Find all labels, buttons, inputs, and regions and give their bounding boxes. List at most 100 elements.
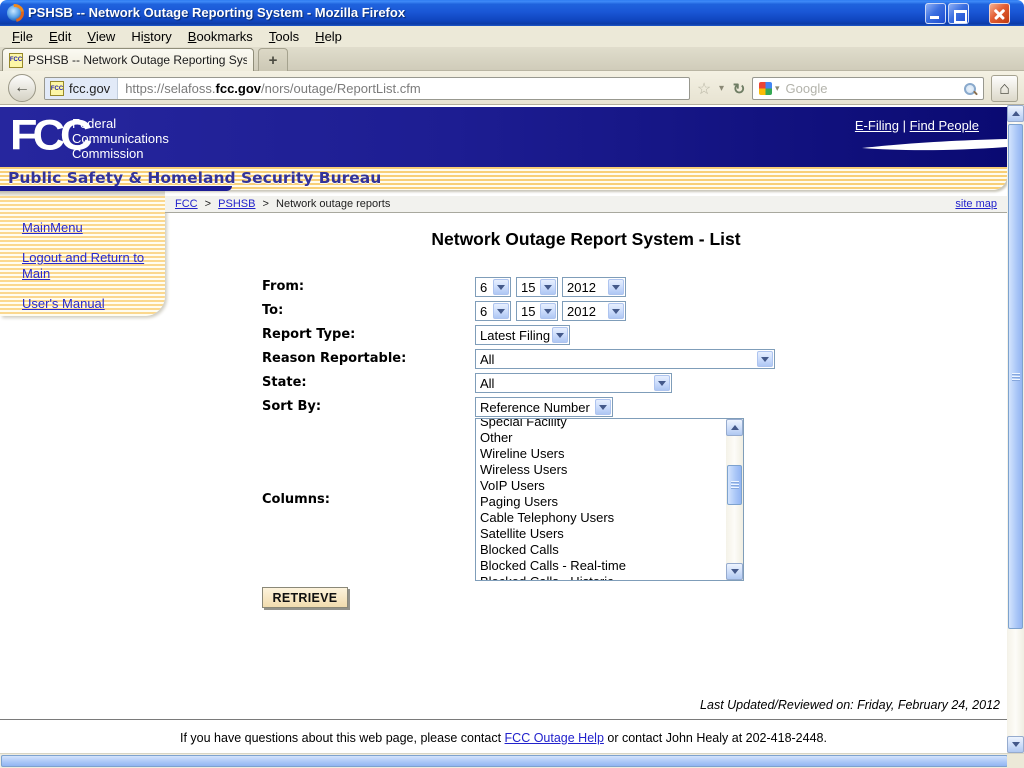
breadcrumb-current: Network outage reports [276, 198, 390, 210]
chevron-down-icon [757, 351, 773, 367]
breadcrumb-pshsb-link[interactable]: PSHSB [218, 198, 255, 210]
sidebar-link[interactable]: Logout and Return to Main [22, 250, 146, 282]
url-text: https://selafoss.fcc.gov/nors/outage/Rep… [118, 81, 421, 96]
address-bar[interactable]: fcc.gov https://selafoss.fcc.gov/nors/ou… [44, 77, 690, 100]
retrieve-button[interactable]: RETRIEVE [262, 587, 348, 608]
menu-item[interactable]: File [4, 27, 41, 46]
listbox-scrollbar-thumb[interactable] [727, 465, 742, 505]
tab-active[interactable]: PSHSB -- Network Outage Reporting System [2, 48, 254, 71]
title-bar[interactable]: PSHSB -- Network Outage Reporting System… [0, 0, 1024, 26]
sort-by-select[interactable]: Reference Number [475, 397, 613, 417]
back-button[interactable] [8, 74, 36, 102]
sidebar-link[interactable]: MainMenu [22, 220, 146, 236]
menu-item[interactable]: View [79, 27, 123, 46]
fcc-favicon-icon [50, 81, 64, 96]
reason-reportable-select[interactable]: All [475, 349, 775, 369]
reason-reportable-label: Reason Reportable: [262, 351, 406, 366]
firefox-icon [7, 5, 23, 21]
last-updated-text: Last Updated/Reviewed on: Friday, Februa… [700, 698, 1000, 712]
bookmark-star-icon[interactable] [694, 77, 714, 100]
columns-option[interactable]: Cable Telephony Users [476, 510, 726, 526]
google-logo-icon [759, 82, 772, 95]
to-month-select[interactable]: 6 [475, 301, 511, 321]
footer-text: If you have questions about this web pag… [0, 731, 1007, 745]
fcc-outage-help-link[interactable]: FCC Outage Help [505, 731, 604, 745]
navigation-toolbar: fcc.gov https://selafoss.fcc.gov/nors/ou… [0, 71, 1024, 105]
columns-listbox[interactable]: Special Facility Other Wireline Users Wi… [475, 418, 744, 581]
from-day-select[interactable]: 15 [516, 277, 558, 297]
chevron-down-icon [595, 399, 611, 415]
sort-by-label: Sort By: [262, 399, 321, 414]
menu-bar: File Edit View History Bookmarks Tools H… [0, 26, 1024, 47]
menu-item[interactable]: Tools [261, 27, 307, 46]
chevron-down-icon [608, 303, 624, 319]
sidebar: MainMenu Logout and Return to Main User'… [0, 196, 165, 316]
state-label: State: [262, 375, 307, 390]
vertical-scrollbar[interactable] [1007, 105, 1024, 753]
columns-option[interactable]: Blocked Calls [476, 542, 726, 558]
bureau-title: Public Safety & Homeland Security Bureau [8, 169, 381, 187]
fcc-favicon-icon [9, 53, 23, 68]
columns-option[interactable]: Paging Users [476, 494, 726, 510]
menu-item[interactable]: History [123, 27, 179, 46]
report-type-select[interactable]: Latest Filing [475, 325, 570, 345]
scrollbar-corner [1007, 754, 1024, 768]
from-month-select[interactable]: 6 [475, 277, 511, 297]
page-content: FCC Federal Communications Commission E-… [0, 105, 1007, 753]
chevron-down-icon [608, 279, 624, 295]
restore-button[interactable] [948, 3, 969, 24]
to-day-select[interactable]: 15 [516, 301, 558, 321]
browser-window: PSHSB -- Network Outage Reporting System… [0, 0, 1024, 768]
scroll-up-icon[interactable] [1007, 105, 1024, 122]
site-map-link[interactable]: site map [955, 198, 997, 210]
scroll-down-icon[interactable] [726, 563, 743, 580]
columns-option[interactable]: VoIP Users [476, 478, 726, 494]
chevron-down-icon [493, 279, 509, 295]
home-button[interactable] [991, 75, 1018, 102]
columns-option[interactable]: Wireline Users [476, 446, 726, 462]
menu-item[interactable]: Bookmarks [180, 27, 261, 46]
columns-option[interactable]: Wireless Users [476, 462, 726, 478]
columns-option[interactable]: Other [476, 430, 726, 446]
fcc-banner: FCC Federal Communications Commission E-… [0, 107, 1007, 167]
minimize-button[interactable] [925, 3, 946, 24]
columns-option[interactable]: Special Facility [476, 418, 726, 430]
efiling-link[interactable]: E-Filing [855, 118, 899, 133]
state-select[interactable]: All [475, 373, 672, 393]
chevron-down-icon [654, 375, 670, 391]
search-engine-dropdown-icon[interactable] [775, 83, 780, 94]
vertical-scrollbar-thumb[interactable] [1008, 124, 1023, 629]
search-placeholder: Google [786, 81, 963, 96]
columns-label: Columns: [262, 492, 330, 507]
search-icon[interactable] [963, 82, 977, 96]
new-tab-button[interactable]: + [258, 48, 288, 71]
from-year-select[interactable]: 2012 [562, 277, 626, 297]
horizontal-scrollbar-thumb[interactable] [1, 755, 1008, 767]
columns-option[interactable]: Blocked Calls - Real-time [476, 558, 726, 574]
reload-icon[interactable] [729, 77, 749, 100]
to-label: To: [262, 303, 283, 318]
scroll-down-icon[interactable] [1007, 736, 1024, 753]
columns-option[interactable]: Satellite Users [476, 526, 726, 542]
sidebar-link[interactable]: User's Manual [22, 296, 146, 312]
breadcrumb-fcc-link[interactable]: FCC [175, 198, 198, 210]
close-button[interactable] [989, 3, 1010, 24]
breadcrumb: FCC > PSHSB > Network outage reports sit… [165, 196, 1007, 213]
window-title: PSHSB -- Network Outage Reporting System… [28, 5, 405, 20]
columns-option[interactable]: Blocked Calls - Historic [476, 574, 726, 581]
find-people-link[interactable]: Find People [910, 118, 979, 133]
scroll-up-icon[interactable] [726, 419, 743, 436]
columns-options: Special Facility Other Wireline Users Wi… [476, 418, 726, 581]
horizontal-scrollbar[interactable] [0, 753, 1024, 768]
site-chip-label: fcc.gov [69, 81, 110, 96]
menu-item[interactable]: Help [307, 27, 350, 46]
menu-item[interactable]: Edit [41, 27, 79, 46]
search-input[interactable]: Google [752, 77, 984, 100]
url-dropdown-icon[interactable] [715, 77, 728, 100]
site-identity-chip[interactable]: fcc.gov [45, 78, 118, 99]
footer-divider [0, 719, 1007, 720]
tab-bar: PSHSB -- Network Outage Reporting System… [0, 47, 1024, 71]
listbox-scrollbar[interactable] [726, 419, 743, 580]
to-year-select[interactable]: 2012 [562, 301, 626, 321]
header-links: E-Filing | Find People [855, 118, 979, 133]
